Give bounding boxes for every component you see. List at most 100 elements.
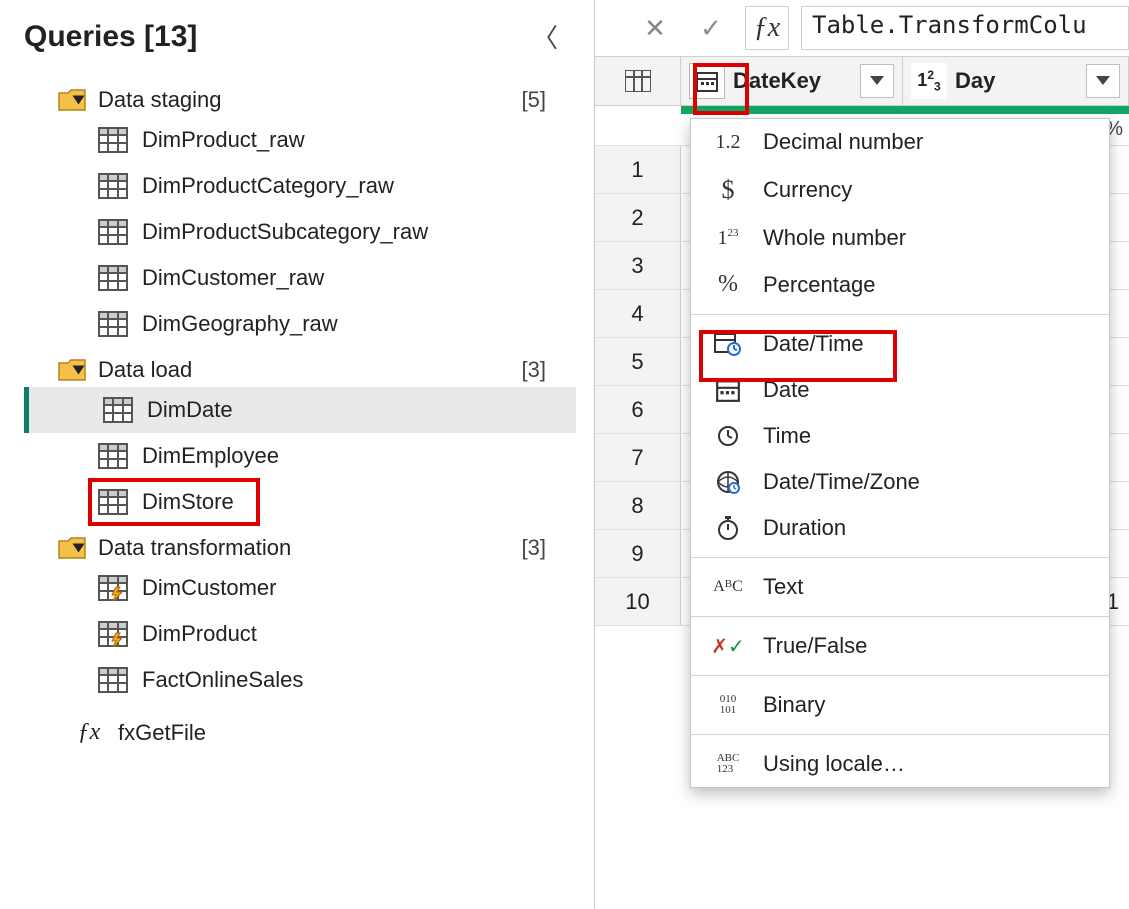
formula-input[interactable]: Table.TransformColu [801,6,1129,50]
row-number[interactable]: 5 [595,338,681,385]
type-option-label: Text [763,574,803,600]
row-number[interactable]: 3 [595,242,681,289]
query-item-dimproduct[interactable]: DimProduct [98,611,594,657]
function-icon: ƒx [74,719,104,746]
group-data transformation[interactable]: Data transformation [3] [24,531,594,565]
type-option-label: True/False [763,633,867,659]
type-option-label: Decimal number [763,129,923,155]
formula-bar: ✕ ✓ ƒx Table.TransformColu [595,0,1129,57]
type-option-label: Time [763,423,811,449]
chevron-down-icon [73,366,85,375]
query-label: DimDate [147,397,233,423]
type-option-percentage[interactable]: % Percentage [691,261,1109,308]
column-filter-datekey[interactable] [860,64,894,98]
type-option-label: Date/Time/Zone [763,469,920,495]
type-option-binary[interactable]: 010101 Binary [691,682,1109,728]
type-option-label: Binary [763,692,825,718]
column-header-datekey[interactable]: DateKey [681,57,903,105]
query-item-fxgetfile[interactable]: ƒx fxGetFile [24,709,594,756]
whole-icon: 123 [711,227,745,250]
row-number[interactable]: 1 [595,146,681,193]
table-icon [98,311,128,337]
text-icon: ABC [711,578,745,596]
type-option-label: Currency [763,177,852,203]
query-label: DimCustomer_raw [142,265,324,291]
queries-title: Queries [13] [24,20,197,54]
table-icon [98,667,128,693]
query-item-dimproduct_raw[interactable]: DimProduct_raw [98,117,594,163]
chevron-down-icon [73,544,85,553]
menu-separator [691,734,1109,735]
query-label: DimStore [142,489,234,515]
row-number[interactable]: 4 [595,290,681,337]
query-item-dimdate[interactable]: DimDate [24,387,576,433]
column-header-day[interactable]: 123 Day [903,57,1129,105]
query-item-dimproductsubcategory_raw[interactable]: DimProductSubcategory_raw [98,209,594,255]
group-label: Data load [98,357,192,383]
row-number[interactable]: 8 [595,482,681,529]
group-label: Data transformation [98,535,291,561]
table-icon [98,443,128,469]
type-option-time[interactable]: Time [691,413,1109,459]
chevron-down-icon [73,96,85,105]
quality-bar-day [903,106,1129,114]
bool-icon: ✗✓ [711,634,745,659]
date-icon [711,377,745,403]
datatype-button-day[interactable]: 123 [911,63,947,99]
type-option-label: Duration [763,515,846,541]
type-option-whole-number[interactable]: 123 Whole number [691,215,1109,261]
queries-pane: Queries [13] 〈 Data staging [5] DimProdu… [0,0,595,909]
timezone-icon [711,469,745,495]
type-option-label: Using locale… [763,751,905,777]
query-item-factonlinesales[interactable]: FactOnlineSales [98,657,594,703]
group-count: [3] [204,357,594,383]
formula-cancel-button[interactable]: ✕ [633,6,677,50]
datetime-icon [711,331,745,357]
datatype-button-datekey[interactable] [689,63,725,99]
table-icon [98,219,128,245]
query-item-dimstore[interactable]: DimStore [98,479,594,525]
type-option-true-false[interactable]: ✗✓ True/False [691,623,1109,669]
query-item-dimgeography_raw[interactable]: DimGeography_raw [98,301,594,347]
collapse-queries-icon[interactable]: 〈 [532,18,558,55]
query-item-dimemployee[interactable]: DimEmployee [98,433,594,479]
type-option-currency[interactable]: $ Currency [691,165,1109,215]
type-option-date-time-zone[interactable]: Date/Time/Zone [691,459,1109,505]
row-number[interactable]: 7 [595,434,681,481]
query-item-dimproductcategory_raw[interactable]: DimProductCategory_raw [98,163,594,209]
type-option-text[interactable]: ABC Text [691,564,1109,610]
query-label: DimCustomer [142,575,276,601]
column-filter-day[interactable] [1086,64,1120,98]
group-data staging[interactable]: Data staging [5] [24,83,594,117]
column-name-day: Day [955,68,995,94]
query-label: DimProductCategory_raw [142,173,394,199]
row-number[interactable]: 10 [595,578,681,625]
percent-icon: % [711,271,745,298]
query-item-dimcustomer[interactable]: DimCustomer [98,565,594,611]
type-option-label: Percentage [763,272,876,298]
locale-icon: ABC123 [711,753,745,775]
query-item-dimcustomer_raw[interactable]: DimCustomer_raw [98,255,594,301]
query-label: DimProduct_raw [142,127,305,153]
row-number[interactable]: 9 [595,530,681,577]
table-icon [103,397,133,423]
menu-separator [691,616,1109,617]
table-icon [98,575,128,601]
type-option-decimal-number[interactable]: 1.2 Decimal number [691,119,1109,165]
row-number[interactable]: 6 [595,386,681,433]
table-icon [98,173,128,199]
fx-icon[interactable]: ƒx [745,6,789,50]
binary-icon: 010101 [711,694,745,716]
time-icon [711,424,745,448]
row-number[interactable]: 2 [595,194,681,241]
type-option-using-locale-[interactable]: ABC123 Using locale… [691,741,1109,787]
menu-separator [691,314,1109,315]
group-data load[interactable]: Data load [3] [24,353,594,387]
grid-corner[interactable] [595,57,681,105]
type-option-date-time[interactable]: Date/Time [691,321,1109,367]
column-name-datekey: DateKey [733,68,821,94]
type-option-date[interactable]: Date [691,367,1109,413]
formula-accept-button[interactable]: ✓ [689,6,733,50]
menu-separator [691,557,1109,558]
type-option-duration[interactable]: Duration [691,505,1109,551]
